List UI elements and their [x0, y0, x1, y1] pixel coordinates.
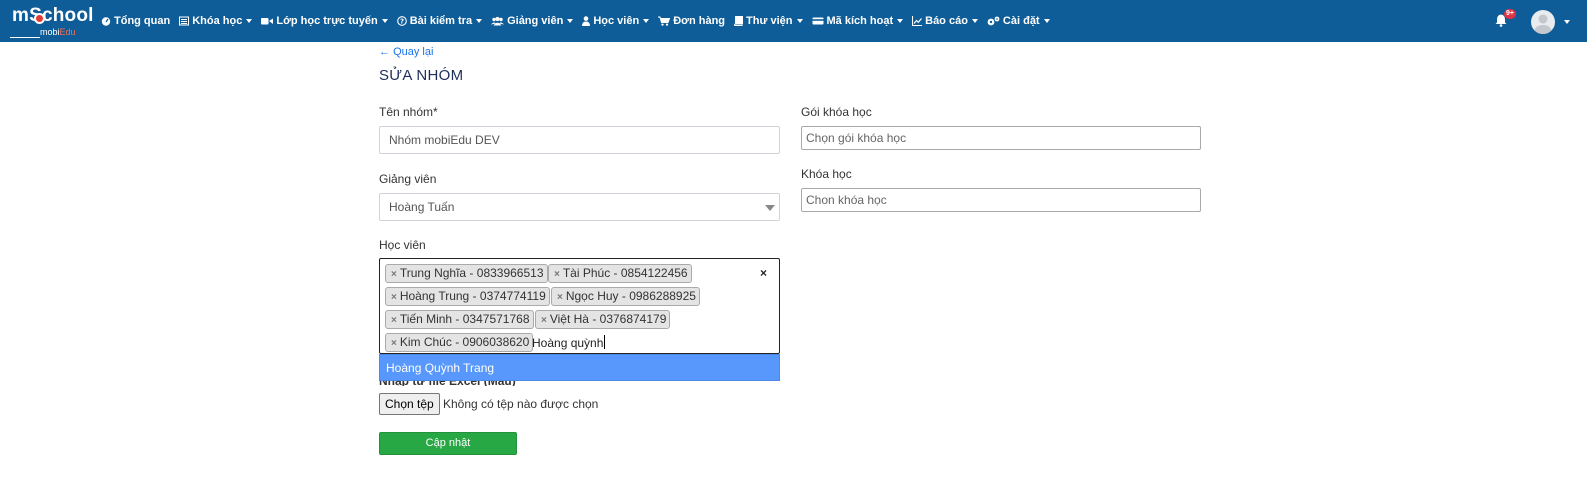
dashboard-icon: [101, 16, 111, 26]
arrow-left-icon: ←: [379, 46, 390, 58]
nav-lop-hoc-truc-tuyen[interactable]: Lớp học trực tuyến: [261, 0, 388, 42]
chevron-down-icon: [246, 19, 253, 23]
students-multiselect[interactable]: × Trung Nghĩa - 0833966513 × Tài Phúc - 08…: [379, 258, 780, 354]
nav-giang-vien[interactable]: Giảng viên: [491, 0, 574, 42]
remove-tag-icon[interactable]: ×: [391, 315, 397, 326]
students-suggestion-option[interactable]: Hoàng Quỳnh Trang: [379, 354, 780, 381]
group-name-input[interactable]: Nhóm mobiEdu DEV: [379, 126, 780, 154]
avatar[interactable]: [1531, 10, 1555, 34]
nav-label: Thư viện: [746, 15, 793, 27]
remove-tag-icon[interactable]: ×: [541, 315, 547, 326]
nav-hoc-vien[interactable]: Học viên: [582, 0, 650, 42]
nav-label: Đơn hàng: [673, 15, 726, 27]
nav-label: Bài kiểm tra: [409, 15, 473, 27]
nav-label: Tổng quan: [114, 15, 171, 27]
nav-thu-vien[interactable]: Thư viện: [734, 0, 803, 42]
nav-label: Học viên: [593, 15, 640, 27]
student-tag[interactable]: × Tiến Minh - 0347571768: [385, 310, 534, 329]
chevron-down-icon[interactable]: [1564, 20, 1570, 24]
student-tag[interactable]: × Tài Phúc - 0854122456: [548, 264, 692, 283]
user-icon: [582, 16, 591, 26]
student-tag[interactable]: × Kim Chúc - 0906038620: [385, 333, 534, 352]
remove-tag-icon[interactable]: ×: [554, 269, 560, 280]
users-icon: [491, 16, 505, 26]
nav-label: Mã kích hoạt: [826, 15, 894, 27]
student-tag[interactable]: × Hoàng Trung - 0374774119: [385, 287, 550, 306]
nav-label: Giảng viên: [507, 15, 564, 27]
video-icon: [261, 16, 274, 26]
nav-tong-quan[interactable]: Tổng quan: [101, 0, 170, 42]
brand-logo[interactable]: mSchool mobiEdu: [10, 4, 93, 38]
chevron-down-icon: [381, 19, 388, 23]
chevron-down-icon: [643, 19, 650, 23]
main-menu: Tổng quan Khóa học Lớp học trực tuyến ? …: [101, 0, 1059, 42]
nav-ma-kich-hoat[interactable]: Mã kích hoạt: [812, 0, 904, 42]
remove-tag-icon[interactable]: ×: [391, 292, 397, 303]
chevron-down-icon: [971, 19, 978, 23]
book-icon: [734, 16, 744, 26]
brand-subname: mobiEdu: [40, 27, 76, 37]
notification-badge: 9+: [1504, 9, 1516, 19]
teacher-label: Giảng viên: [379, 172, 437, 186]
file-status-text: Không có tệp nào được chọn: [443, 397, 599, 411]
nav-label: Cài đặt: [1002, 15, 1040, 27]
nav-bai-kiem-tra[interactable]: ? Bài kiểm tra: [396, 0, 483, 42]
student-tag[interactable]: × Trung Nghĩa - 0833966513: [385, 264, 548, 283]
text-cursor: [604, 335, 606, 349]
remove-tag-icon[interactable]: ×: [391, 269, 397, 280]
nav-label: Khóa học: [192, 15, 243, 27]
nav-don-hang[interactable]: Đơn hàng: [658, 0, 725, 42]
teacher-select[interactable]: Hoàng Tuấn: [379, 193, 780, 221]
logo-underline: [10, 37, 40, 38]
nav-bao-cao[interactable]: Báo cáo: [912, 0, 978, 42]
cart-icon: [658, 16, 671, 26]
clear-all-icon[interactable]: ×: [760, 266, 767, 280]
svg-text:?: ?: [400, 18, 404, 26]
update-button[interactable]: Cập nhật: [379, 432, 517, 455]
course-input[interactable]: Chon khóa học: [801, 188, 1201, 212]
chevron-down-icon: [796, 19, 803, 23]
logo-dot-icon: [34, 13, 45, 24]
nav-label: Lớp học trực tuyến: [276, 15, 378, 27]
group-name-label: Tên nhóm*: [379, 105, 438, 119]
teacher-selected-value: Hoàng Tuấn: [389, 200, 455, 214]
course-label: Khóa học: [801, 167, 852, 181]
students-label: Học viên: [379, 238, 426, 252]
dropdown-arrow-icon: [765, 205, 775, 211]
student-tag[interactable]: × Ngọc Huy - 0986288925: [551, 287, 700, 306]
nav-label: Báo cáo: [925, 15, 968, 27]
students-search-input[interactable]: Hoàng quỳnh: [532, 335, 606, 350]
remove-tag-icon[interactable]: ×: [391, 338, 397, 349]
course-package-input[interactable]: Chọn gói khóa học: [801, 126, 1201, 150]
chevron-down-icon: [567, 19, 574, 23]
choose-file-button[interactable]: Chọn tệp: [379, 393, 440, 415]
chevron-down-icon: [897, 19, 904, 23]
page-title: SỬA NHÓM: [379, 67, 464, 84]
brand-name: mSchool: [12, 5, 94, 26]
top-navbar: mSchool mobiEdu Tổng quan Khóa học Lớp h…: [0, 0, 1587, 42]
gears-icon: [987, 16, 1000, 26]
question-circle-icon: ?: [396, 16, 407, 26]
chevron-down-icon: [476, 19, 483, 23]
chevron-down-icon: [1043, 19, 1050, 23]
key-card-icon: [812, 16, 824, 26]
list-icon: [179, 16, 190, 26]
chart-icon: [912, 16, 923, 26]
back-link[interactable]: ← Quay lại: [379, 46, 433, 58]
course-package-label: Gói khóa học: [801, 105, 872, 119]
student-tag[interactable]: × Việt Hà - 0376874179: [535, 310, 671, 329]
nav-khoa-hoc[interactable]: Khóa học: [179, 0, 253, 42]
nav-cai-dat[interactable]: Cài đặt: [987, 0, 1050, 42]
remove-tag-icon[interactable]: ×: [557, 292, 563, 303]
